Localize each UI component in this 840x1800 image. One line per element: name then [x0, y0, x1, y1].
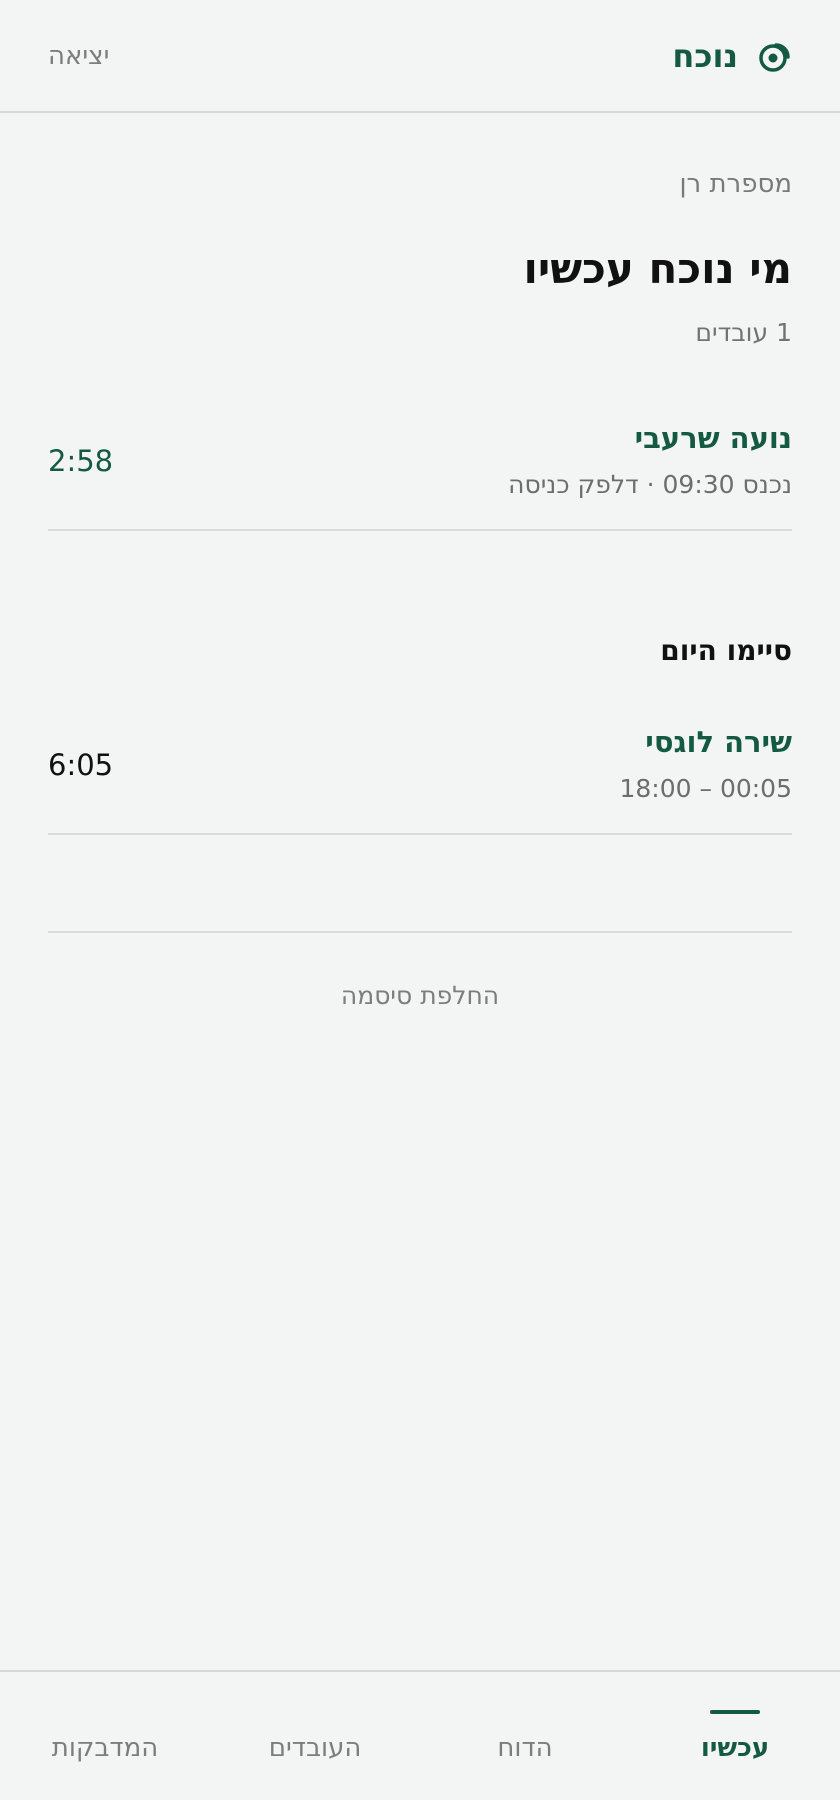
- brand-name: נוכח: [672, 36, 738, 75]
- main-content: מספרת רן מי נוכח עכשיו 1 עובדים נועה שרע…: [48, 113, 792, 1010]
- nav-tab-employees[interactable]: העובדים: [210, 1672, 420, 1800]
- logout-button[interactable]: יציאה: [48, 41, 109, 71]
- employee-duration: 2:58: [48, 444, 114, 478]
- finished-employee-row[interactable]: שירה לוגסי 18:00 – 00:05 6:05: [48, 703, 792, 835]
- nav-tab-label: עכשיו: [700, 1733, 770, 1763]
- nfc-signal-icon: [758, 39, 792, 73]
- nav-tab-report[interactable]: הדוח: [420, 1672, 630, 1800]
- present-employee-row[interactable]: נועה שרעבי נכנס 09:30 · דלפק כניסה 2:58: [48, 399, 792, 531]
- present-count: 1 עובדים: [695, 318, 792, 347]
- present-employee-info: נועה שרעבי נכנס 09:30 · דלפק כניסה: [508, 420, 792, 502]
- nav-tab-label: העובדים: [268, 1733, 362, 1763]
- employee-duration: 6:05: [48, 748, 114, 782]
- nav-tab-label: המדבקות: [51, 1733, 159, 1763]
- employee-name: נועה שרעבי: [634, 421, 792, 455]
- change-password-button[interactable]: החלפת סיסמה: [48, 981, 792, 1010]
- nav-tab-label: הדוח: [497, 1733, 553, 1763]
- bottom-nav: עכשיו הדוח העובדים המדבקות: [0, 1670, 840, 1800]
- employee-shift-range: 18:00 – 00:05: [619, 774, 793, 803]
- top-bar: נוכח יציאה: [0, 0, 840, 113]
- page-title: מי נוכח עכשיו: [523, 244, 793, 293]
- nav-tab-now[interactable]: עכשיו: [630, 1672, 840, 1800]
- employee-checkin-meta: נכנס 09:30 · דלפק כניסה: [508, 470, 792, 499]
- finished-section-title: סיימו היום: [660, 634, 792, 667]
- brand: נוכח: [672, 37, 792, 75]
- active-tab-indicator: [710, 1710, 760, 1714]
- employee-name: שירה לוגסי: [645, 725, 792, 759]
- finished-employee-info: שירה לוגסי 18:00 – 00:05: [620, 724, 793, 806]
- app-page: נוכח יציאה מספרת רן מי נוכח עכשיו 1 עובד…: [0, 0, 840, 1800]
- shop-name: מספרת רן: [679, 169, 792, 199]
- divider: [48, 931, 792, 933]
- nav-tab-stickers[interactable]: המדבקות: [0, 1672, 210, 1800]
